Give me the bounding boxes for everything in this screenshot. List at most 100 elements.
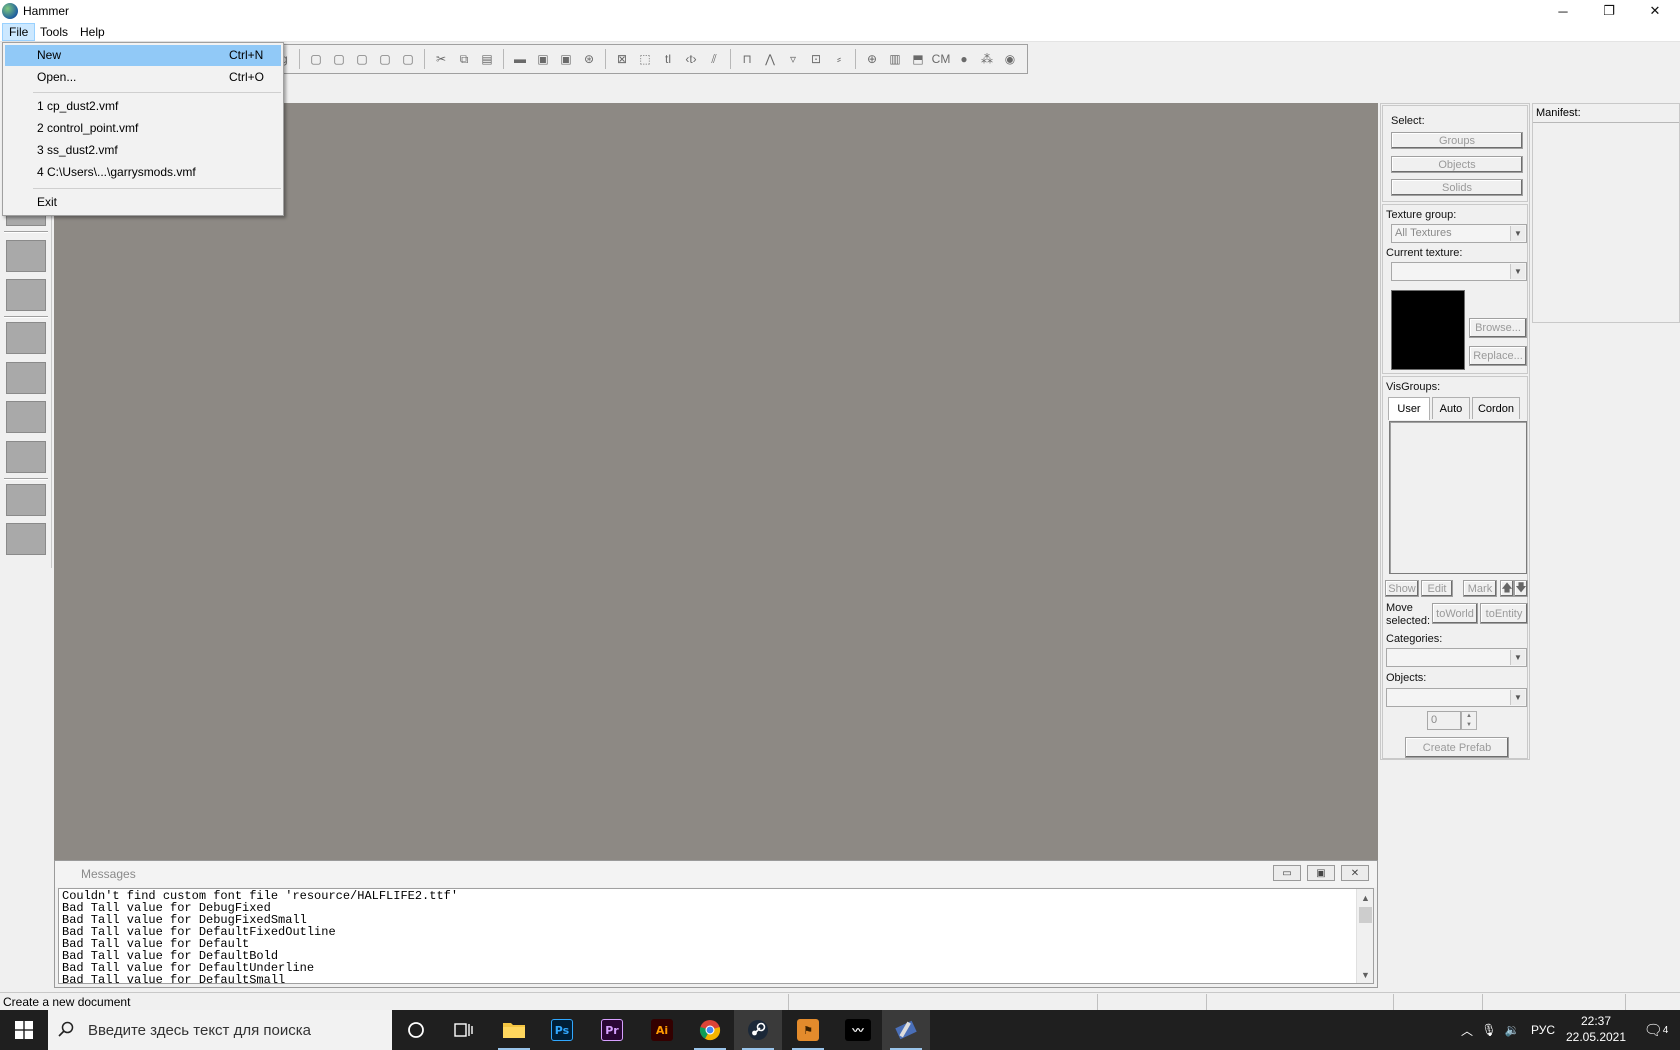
- tool-button-overlay[interactable]: [6, 441, 46, 473]
- file-explorer-icon[interactable]: [490, 1010, 538, 1050]
- replace-button[interactable]: Replace...: [1469, 346, 1527, 366]
- move-up-icon[interactable]: 🡅: [1500, 580, 1514, 597]
- scroll-thumb[interactable]: [1359, 907, 1372, 923]
- visgroup-edit-button[interactable]: Edit: [1421, 580, 1453, 597]
- visgroup-mark-button[interactable]: Mark: [1463, 580, 1497, 597]
- close-button[interactable]: ✕: [1632, 0, 1678, 22]
- toolbar-tool-25-icon[interactable]: ⬒: [908, 49, 928, 69]
- toolbar-tool-17-icon[interactable]: ⫽: [704, 49, 724, 69]
- cortana-icon[interactable]: [392, 1010, 440, 1050]
- tool-button-apply-texture[interactable]: [6, 362, 46, 394]
- tool-button-entity[interactable]: [6, 240, 46, 272]
- steam-icon[interactable]: [734, 1010, 782, 1050]
- menu-tools[interactable]: Tools: [34, 23, 74, 41]
- visgroup-show-button[interactable]: Show: [1385, 580, 1419, 597]
- counter-strike-icon[interactable]: ⚑: [784, 1010, 832, 1050]
- messages-minimize-button[interactable]: ▭: [1273, 865, 1301, 881]
- menu-item-new[interactable]: New Ctrl+N: [5, 45, 281, 66]
- volume-icon[interactable]: 🔉: [1500, 1010, 1524, 1050]
- toolbar-tool-5-icon[interactable]: ▢: [398, 49, 418, 69]
- scroll-down-icon[interactable]: ▼: [1357, 966, 1373, 983]
- tool-button-vertex[interactable]: [6, 523, 46, 555]
- toolbar-tool-28-icon[interactable]: ⁂: [977, 49, 997, 69]
- toolbar-tool-22-icon[interactable]: ⸗: [829, 49, 849, 69]
- toolbar-tool-9-icon[interactable]: ▬: [510, 49, 530, 69]
- minimize-button[interactable]: ─: [1540, 0, 1586, 22]
- select-groups-button[interactable]: Groups: [1391, 132, 1523, 149]
- messages-titlebar[interactable]: Messages ▭ ▣ ✕: [55, 861, 1377, 887]
- tab-cordon[interactable]: Cordon: [1472, 397, 1520, 419]
- scroll-up-icon[interactable]: ▲: [1357, 889, 1373, 906]
- objects-select[interactable]: ▼: [1386, 688, 1527, 707]
- toolbar-tool-15-icon[interactable]: tl: [658, 49, 678, 69]
- toolbar-tool-1-icon[interactable]: ▢: [306, 49, 326, 69]
- to-entity-button[interactable]: toEntity: [1480, 603, 1528, 624]
- chrome-icon[interactable]: [686, 1010, 734, 1050]
- microphone-icon[interactable]: 🎙: [1478, 1010, 1500, 1050]
- tool-button-block[interactable]: [6, 279, 46, 311]
- select-solids-button[interactable]: Solids: [1391, 179, 1523, 196]
- toolbar-tool-6-icon[interactable]: ✂: [431, 49, 451, 69]
- menu-item-open[interactable]: Open... Ctrl+O: [5, 67, 281, 88]
- toolbar-tool-18-icon[interactable]: ⊓: [737, 49, 757, 69]
- toolbar-tool-20-icon[interactable]: ▿: [783, 49, 803, 69]
- toolbar-tool-4-icon[interactable]: ▢: [375, 49, 395, 69]
- toolbar-tool-16-icon[interactable]: ‹t›: [681, 49, 701, 69]
- toolbar-tool-2-icon[interactable]: ▢: [329, 49, 349, 69]
- menu-item-recent-1[interactable]: 1 cp_dust2.vmf: [5, 96, 281, 117]
- messages-output[interactable]: Couldn't find custom font file 'resource…: [58, 888, 1374, 984]
- tool-button-texture[interactable]: [6, 322, 46, 354]
- toolbar-tool-29-icon[interactable]: ◉: [1000, 49, 1020, 69]
- taskbar-search-box[interactable]: Введите здесь текст для поиска: [48, 1010, 392, 1050]
- current-texture-select[interactable]: ▼: [1391, 262, 1527, 281]
- tab-auto[interactable]: Auto: [1432, 397, 1470, 419]
- restore-button[interactable]: ❐: [1586, 0, 1632, 22]
- task-view-icon[interactable]: [440, 1010, 488, 1050]
- premiere-icon[interactable]: Pr: [588, 1010, 636, 1050]
- messages-close-button[interactable]: ✕: [1341, 865, 1369, 881]
- browse-button[interactable]: Browse...: [1469, 318, 1527, 338]
- tool-button-clip[interactable]: [6, 484, 46, 516]
- toolbar-tool-21-icon[interactable]: ⊡: [806, 49, 826, 69]
- illustrator-icon[interactable]: Ai: [638, 1010, 686, 1050]
- show-hidden-icons-icon[interactable]: ︿: [1456, 1010, 1478, 1050]
- toolbar-tool-19-icon[interactable]: ⋀: [760, 49, 780, 69]
- photoshop-icon[interactable]: Ps: [538, 1010, 586, 1050]
- menu-item-exit[interactable]: Exit: [5, 192, 281, 213]
- toolbar-tool-23-icon[interactable]: ⊕: [862, 49, 882, 69]
- toolbar-tool-3-icon[interactable]: ▢: [352, 49, 372, 69]
- language-indicator[interactable]: РУС: [1526, 1010, 1560, 1050]
- toolbar-tool-8-icon[interactable]: ▤: [477, 49, 497, 69]
- menu-item-recent-3[interactable]: 3 ss_dust2.vmf: [5, 140, 281, 161]
- menu-file[interactable]: File: [2, 23, 36, 41]
- start-button[interactable]: [0, 1010, 48, 1050]
- messages-maximize-button[interactable]: ▣: [1307, 865, 1335, 881]
- tab-user[interactable]: User: [1388, 397, 1430, 420]
- notifications-icon[interactable]: 🗨 4: [1636, 1010, 1676, 1050]
- visgroups-list[interactable]: [1389, 421, 1527, 574]
- messages-scrollbar[interactable]: ▲ ▼: [1356, 889, 1373, 983]
- toolbar-tool-7-icon[interactable]: ⧉: [454, 49, 474, 69]
- menu-help[interactable]: Help: [74, 23, 111, 41]
- spin-arrows-icon[interactable]: ▲ ▼: [1461, 711, 1477, 730]
- map-viewport[interactable]: [54, 103, 1378, 860]
- taskbar-clock[interactable]: 22:37 22.05.2021: [1560, 1013, 1632, 1045]
- categories-select[interactable]: ▼: [1386, 648, 1527, 667]
- to-world-button[interactable]: toWorld: [1432, 603, 1478, 624]
- hammer-taskbar-icon[interactable]: [882, 1010, 930, 1050]
- toolbar-tool-27-icon[interactable]: ●: [954, 49, 974, 69]
- texture-group-select[interactable]: All Textures ▼: [1391, 224, 1527, 243]
- toolbar-tool-10-icon[interactable]: ▣: [533, 49, 553, 69]
- menu-item-recent-4[interactable]: 4 C:\Users\...\garrysmods.vmf: [5, 162, 281, 183]
- prefab-count-field[interactable]: 0: [1427, 711, 1461, 730]
- toolbar-tool-13-icon[interactable]: ⊠: [612, 49, 632, 69]
- steam-vr-icon[interactable]: 〰: [834, 1010, 882, 1050]
- tool-button-decal[interactable]: [6, 401, 46, 433]
- move-down-icon[interactable]: 🡇: [1514, 580, 1528, 597]
- toolbar-tool-11-icon[interactable]: ▣: [556, 49, 576, 69]
- toolbar-tool-14-icon[interactable]: ⬚: [635, 49, 655, 69]
- toolbar-tool-12-icon[interactable]: ⊛: [579, 49, 599, 69]
- toolbar-tool-24-icon[interactable]: ▥: [885, 49, 905, 69]
- select-objects-button[interactable]: Objects: [1391, 156, 1523, 173]
- create-prefab-button[interactable]: Create Prefab: [1405, 737, 1509, 758]
